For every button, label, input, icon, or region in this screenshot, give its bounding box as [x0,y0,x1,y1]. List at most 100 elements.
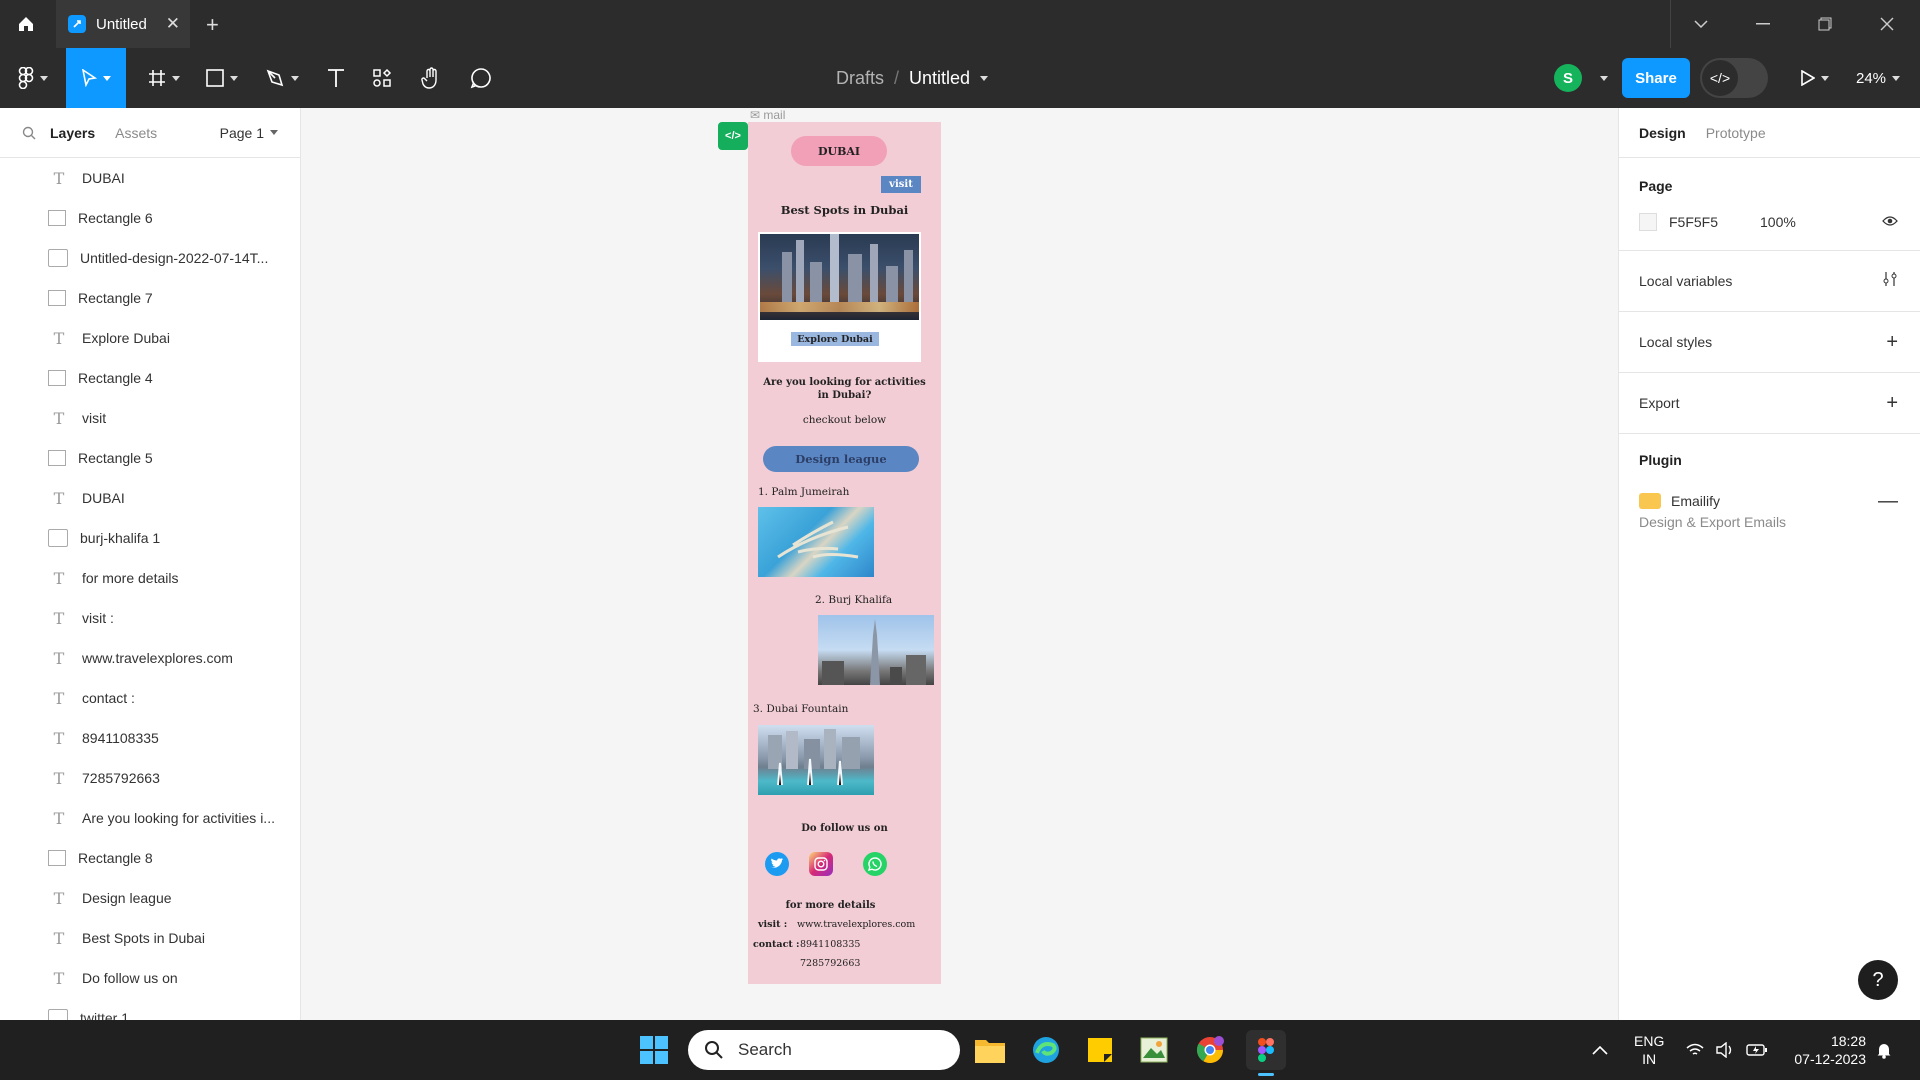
checkout-text[interactable]: checkout below [748,414,941,426]
layer-item[interactable]: Rectangle 8 [0,838,300,878]
layer-item[interactable]: T 8941108335 [0,718,300,758]
pen-tool-button[interactable] [258,48,306,108]
file-tab[interactable]: Untitled ✕ [56,0,190,48]
hero-card[interactable]: Explore Dubai [758,232,921,362]
comment-tool-button[interactable] [460,48,502,108]
visit-prefix[interactable]: visit : [758,919,787,930]
layer-item[interactable]: Twww.travelexplores.com [0,638,300,678]
more-details-heading[interactable]: for more details [748,900,913,911]
local-styles-row[interactable]: Local styles + [1619,312,1920,372]
share-button[interactable]: Share [1622,58,1690,98]
design-league-button[interactable]: Design league [763,446,919,472]
burj-khalifa-image[interactable] [818,615,934,685]
palm-jumeirah-image[interactable] [758,507,874,577]
tab-design[interactable]: Design [1639,125,1686,141]
layer-item[interactable]: Rectangle 5 [0,438,300,478]
instagram-icon[interactable] [809,852,833,876]
avatar[interactable]: S [1554,64,1582,92]
battery-icon[interactable] [1746,1020,1768,1080]
page-color-swatch[interactable] [1639,213,1657,231]
minimize-icon[interactable] [1732,0,1794,48]
move-tool-button[interactable] [66,48,126,108]
local-variables-row[interactable]: Local variables [1619,251,1920,311]
dubai-fountain-image[interactable] [758,725,874,795]
plugin-row[interactable]: Emailify — [1619,468,1920,526]
code-icon[interactable]: </> [718,122,748,150]
page-color-row[interactable]: F5F5F5 100% [1619,194,1920,250]
variables-settings-icon[interactable] [1882,270,1898,293]
twitter-icon[interactable] [765,852,789,876]
file-explorer-icon[interactable] [970,1030,1010,1070]
layer-item[interactable]: T Best Spots in Dubai [0,918,300,958]
plus-icon[interactable]: + [206,12,219,38]
plus-icon[interactable]: + [1886,331,1898,354]
dubai-pill[interactable]: DUBAI [791,136,887,166]
volume-icon[interactable] [1716,1020,1734,1080]
canvas[interactable]: ✉ mail </> DUBAI visit Best Spots in Dub… [302,108,1618,1020]
layer-item[interactable]: Tvisit [0,398,300,438]
email-frame[interactable]: DUBAI visit Best Spots in Dubai Explore … [748,122,941,984]
page-selector[interactable]: Page 1 [220,125,278,141]
chevron-down-icon[interactable] [1600,76,1608,81]
frame-tool-button[interactable] [140,48,188,108]
layer-item[interactable]: T Design league [0,878,300,918]
follow-heading[interactable]: Do follow us on [748,823,941,834]
search-icon[interactable] [22,126,36,140]
shape-tool-button[interactable] [198,48,246,108]
frame-label[interactable]: ✉ mail [750,108,785,122]
home-icon[interactable] [0,0,52,48]
hand-tool-button[interactable] [410,48,452,108]
page-opacity-value[interactable]: 100% [1760,214,1796,230]
help-button[interactable]: ? [1858,960,1898,1000]
file-name[interactable]: Untitled [909,68,970,89]
restore-icon[interactable] [1794,0,1856,48]
taskbar-search[interactable]: Search [688,1030,960,1070]
question-text[interactable]: Are you looking for activities in Dubai? [758,376,931,402]
visit-label[interactable]: visit [881,176,921,193]
notification-bell-icon[interactable] [1876,1020,1892,1080]
layer-item[interactable]: T 7285792663 [0,758,300,798]
text-tool-button[interactable] [316,48,356,108]
wifi-icon[interactable] [1686,1020,1704,1080]
close-icon[interactable]: ✕ [166,14,180,34]
page-color-value[interactable]: F5F5F5 [1669,214,1718,230]
photos-app-icon[interactable] [1134,1030,1174,1070]
layer-item[interactable]: burj-khalifa 1 [0,518,300,558]
present-button[interactable] [1790,48,1840,108]
spot-title-3[interactable]: 3. Dubai Fountain [753,703,848,715]
chevron-down-icon[interactable] [1670,0,1732,48]
windows-start-icon[interactable] [634,1030,674,1070]
layer-item[interactable]: T Explore Dubai [0,318,300,358]
layer-item[interactable]: Rectangle 7 [0,278,300,318]
explore-label[interactable]: Explore Dubai [791,332,879,346]
layer-item[interactable]: Tfor more details [0,558,300,598]
website-text[interactable]: www.travelexplores.com [797,919,915,930]
layer-item[interactable]: T DUBAI [0,478,300,518]
layer-item[interactable]: Rectangle 4 [0,358,300,398]
dev-mode-toggle[interactable]: </> [1700,58,1768,98]
sticky-notes-icon[interactable] [1080,1030,1120,1070]
main-menu-button[interactable] [8,48,58,108]
resources-tool-button[interactable] [362,48,402,108]
layer-item[interactable]: Rectangle 6 [0,198,300,238]
email-heading[interactable]: Best Spots in Dubai [748,203,941,217]
plus-icon[interactable]: + [1886,392,1898,415]
window-close-icon[interactable] [1856,0,1918,48]
phone-2[interactable]: 7285792663 [800,958,860,969]
minus-icon[interactable]: — [1878,490,1898,513]
language-indicator[interactable]: ENG IN [1634,1020,1664,1080]
tab-assets[interactable]: Assets [115,125,157,141]
layer-item[interactable]: Tvisit : [0,598,300,638]
plugin-name[interactable]: Emailify [1671,493,1720,509]
chrome-browser-icon[interactable] [1190,1030,1230,1070]
layer-item[interactable]: T Do follow us on [0,958,300,998]
tab-layers[interactable]: Layers [50,125,95,141]
clock[interactable]: 18:28 07-12-2023 [1786,1020,1866,1080]
spot-title-1[interactable]: 1. Palm Jumeirah [758,486,849,498]
breadcrumb-drafts[interactable]: Drafts [836,68,884,89]
edge-browser-icon[interactable] [1026,1030,1066,1070]
phone-1[interactable]: 8941108335 [800,939,860,950]
zoom-dropdown[interactable]: 24% [1856,48,1901,108]
figma-app-icon[interactable] [1246,1030,1286,1076]
eye-icon[interactable] [1882,214,1898,230]
